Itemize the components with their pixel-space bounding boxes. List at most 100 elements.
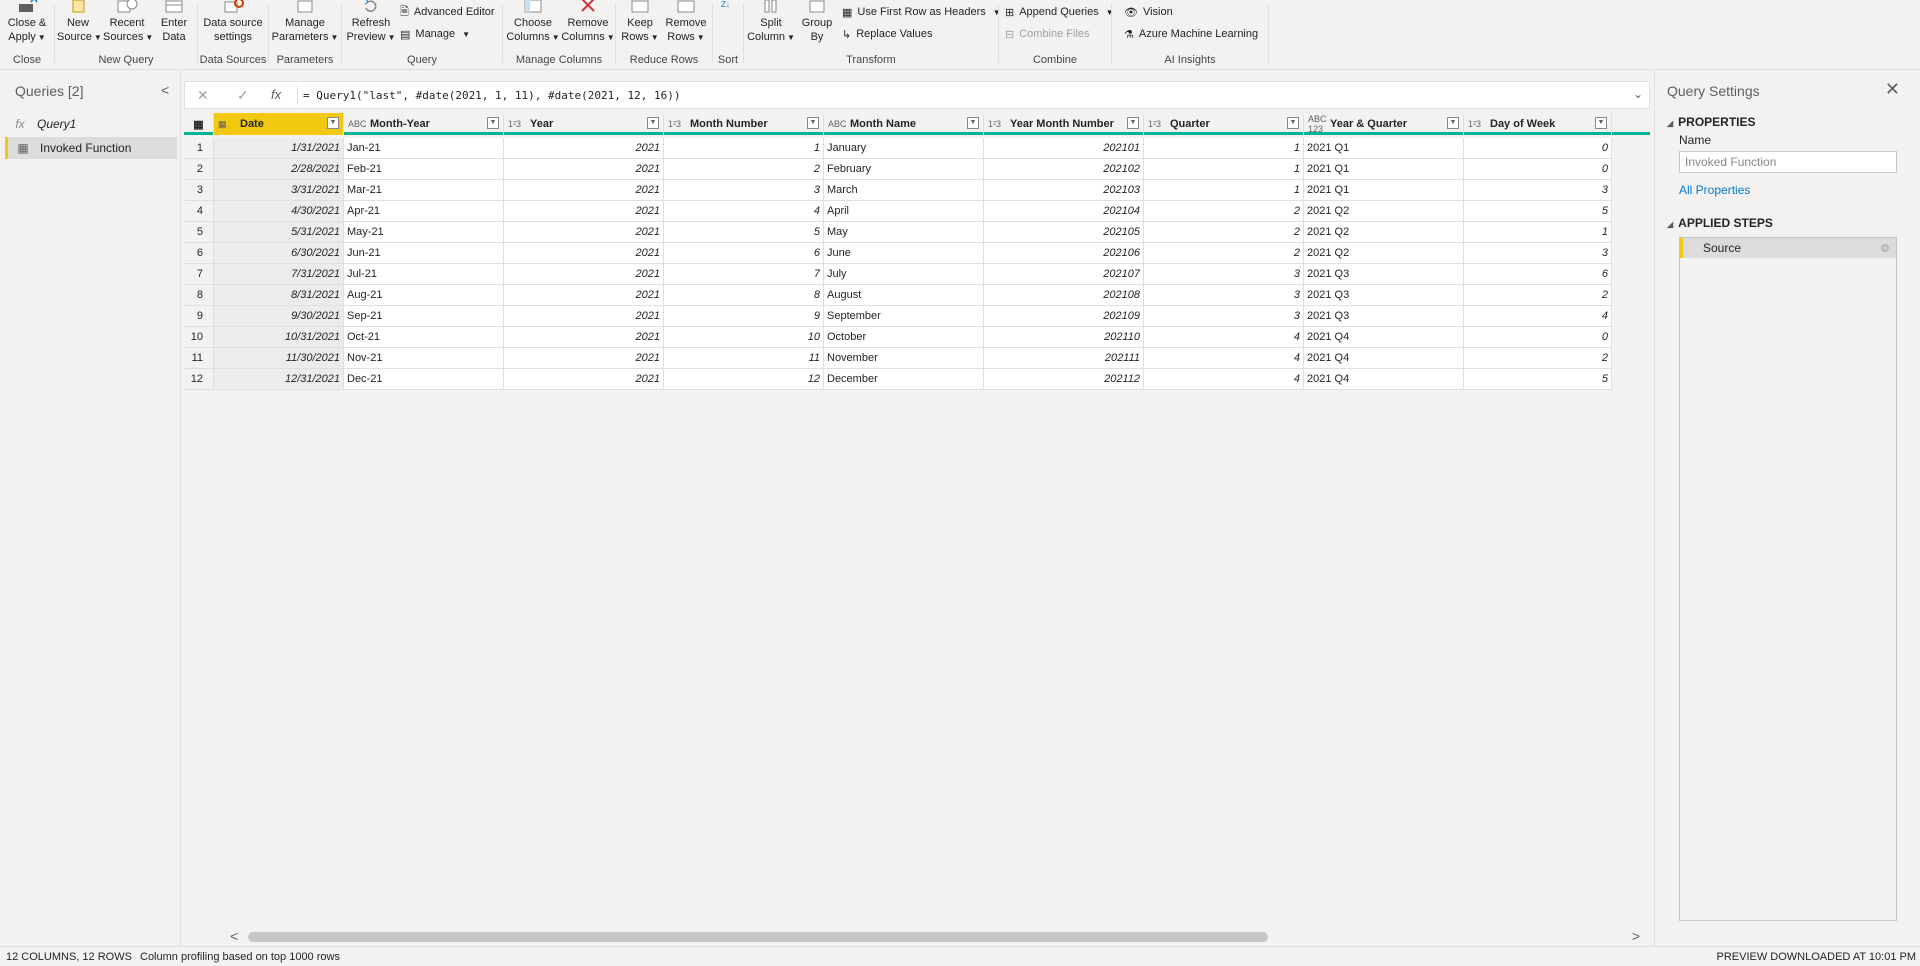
table-cell[interactable]: 9/30/2021 xyxy=(214,306,344,327)
table-cell[interactable]: December xyxy=(824,369,984,390)
table-cell[interactable]: 4 xyxy=(1144,327,1304,348)
row-number[interactable]: 12 xyxy=(184,369,214,390)
table-cell[interactable]: Apr-21 xyxy=(344,201,504,222)
vision-button[interactable]: 👁 Vision xyxy=(1124,4,1173,20)
table-cell[interactable]: 2021 xyxy=(504,327,664,348)
table-cell[interactable]: 2021 Q3 xyxy=(1304,285,1464,306)
row-number[interactable]: 6 xyxy=(184,243,214,264)
table-cell[interactable]: 2021 xyxy=(504,243,664,264)
table-cell[interactable]: 2021 xyxy=(504,285,664,306)
data-source-settings-button[interactable]: Data source settings xyxy=(200,0,266,44)
column-header[interactable]: ABC Month-Year ▼ xyxy=(344,113,504,135)
column-type-icon[interactable]: 1²3 xyxy=(1148,119,1170,129)
table-cell[interactable]: 0 xyxy=(1464,327,1612,348)
table-cell[interactable]: November xyxy=(824,348,984,369)
table-cell[interactable]: 2 xyxy=(1464,348,1612,369)
table-cell[interactable]: 2021 Q4 xyxy=(1304,369,1464,390)
replace-values-button[interactable]: ↳ Replace Values xyxy=(842,26,932,42)
table-cell[interactable]: 10 xyxy=(664,327,824,348)
table-cell[interactable]: 5 xyxy=(1464,369,1612,390)
properties-section[interactable]: ◢ PROPERTIES xyxy=(1667,115,1756,129)
table-cell[interactable]: 3 xyxy=(664,180,824,201)
remove-rows-button[interactable]: Remove Rows ▼ xyxy=(664,0,708,45)
enter-data-button[interactable]: Enter Data xyxy=(155,0,193,44)
new-source-button[interactable]: New Source ▼ xyxy=(57,0,102,45)
combine-files-button[interactable]: ⊟ Combine Files xyxy=(1005,26,1090,42)
scrollbar-thumb[interactable] xyxy=(248,932,1268,942)
table-cell[interactable]: 2021 Q1 xyxy=(1304,180,1464,201)
table-cell[interactable]: May-21 xyxy=(344,222,504,243)
table-cell[interactable]: 6/30/2021 xyxy=(214,243,344,264)
table-cell[interactable]: 2021 Q4 xyxy=(1304,348,1464,369)
scroll-right-icon[interactable]: > xyxy=(1632,928,1640,944)
filter-dropdown-icon[interactable]: ▼ xyxy=(1127,117,1139,129)
filter-dropdown-icon[interactable]: ▼ xyxy=(487,117,499,129)
column-type-icon[interactable]: 1²3 xyxy=(988,119,1010,129)
table-cell[interactable]: 2021 Q2 xyxy=(1304,201,1464,222)
row-number[interactable]: 1 xyxy=(184,138,214,159)
split-column-button[interactable]: Split Column ▼ xyxy=(746,0,796,45)
table-cell[interactable]: 4/30/2021 xyxy=(214,201,344,222)
column-type-icon[interactable]: 1²3 xyxy=(508,119,530,129)
table-cell[interactable]: 2021 xyxy=(504,369,664,390)
table-cell[interactable]: July xyxy=(824,264,984,285)
row-number[interactable]: 7 xyxy=(184,264,214,285)
table-cell[interactable]: 1 xyxy=(1144,138,1304,159)
table-cell[interactable]: 2 xyxy=(1144,243,1304,264)
row-number[interactable]: 2 xyxy=(184,159,214,180)
table-cell[interactable]: 7/31/2021 xyxy=(214,264,344,285)
fx-icon[interactable]: fx xyxy=(271,87,281,102)
table-cell[interactable]: 3 xyxy=(1464,180,1612,201)
table-cell[interactable]: 8/31/2021 xyxy=(214,285,344,306)
table-cell[interactable]: 202101 xyxy=(984,138,1144,159)
table-cell[interactable]: June xyxy=(824,243,984,264)
table-cell[interactable]: September xyxy=(824,306,984,327)
all-properties-link[interactable]: All Properties xyxy=(1679,183,1750,197)
table-cell[interactable]: Oct-21 xyxy=(344,327,504,348)
column-type-icon[interactable]: 1²3 xyxy=(668,119,690,129)
table-cell[interactable]: 2 xyxy=(1464,285,1612,306)
table-cell[interactable]: 1 xyxy=(664,138,824,159)
azure-ml-button[interactable]: ⚗ Azure Machine Learning xyxy=(1124,26,1258,42)
table-cell[interactable]: 10/31/2021 xyxy=(214,327,344,348)
table-cell[interactable]: 202102 xyxy=(984,159,1144,180)
table-cell[interactable]: Aug-21 xyxy=(344,285,504,306)
table-cell[interactable]: 0 xyxy=(1464,138,1612,159)
table-cell[interactable]: 2021 Q3 xyxy=(1304,306,1464,327)
manage-button[interactable]: ▤ Manage ▼ xyxy=(400,26,470,42)
append-queries-button[interactable]: ⊞ Append Queries ▼ xyxy=(1005,4,1114,20)
filter-dropdown-icon[interactable]: ▼ xyxy=(647,117,659,129)
table-cell[interactable]: 2021 xyxy=(504,138,664,159)
table-cell[interactable]: 2021 xyxy=(504,264,664,285)
use-first-row-headers-button[interactable]: ▦ Use First Row as Headers ▼ xyxy=(842,4,1001,20)
table-cell[interactable]: February xyxy=(824,159,984,180)
table-cell[interactable]: 2 xyxy=(664,159,824,180)
table-cell[interactable]: 1 xyxy=(1144,180,1304,201)
row-number[interactable]: 10 xyxy=(184,327,214,348)
table-cell[interactable]: 2021 xyxy=(504,201,664,222)
column-header[interactable]: 1²3 Year ▼ xyxy=(504,113,664,135)
column-type-icon[interactable]: ABC 123 xyxy=(1308,114,1330,134)
table-cell[interactable]: 12/31/2021 xyxy=(214,369,344,390)
table-cell[interactable]: Jun-21 xyxy=(344,243,504,264)
column-header[interactable]: 1²3 Quarter ▼ xyxy=(1144,113,1304,135)
table-cell[interactable]: Jan-21 xyxy=(344,138,504,159)
table-cell[interactable]: 202109 xyxy=(984,306,1144,327)
table-cell[interactable]: March xyxy=(824,180,984,201)
filter-dropdown-icon[interactable]: ▼ xyxy=(327,117,339,129)
cancel-icon[interactable]: ✕ xyxy=(197,87,209,104)
table-cell[interactable]: January xyxy=(824,138,984,159)
row-number[interactable]: 9 xyxy=(184,306,214,327)
table-cell[interactable]: April xyxy=(824,201,984,222)
query-item-query1[interactable]: fx Query1 xyxy=(5,113,177,135)
applied-steps-section[interactable]: ◢ APPLIED STEPS xyxy=(1667,216,1773,230)
table-menu-icon[interactable]: ▦ xyxy=(184,113,214,135)
table-cell[interactable]: 1 xyxy=(1464,222,1612,243)
table-cell[interactable]: 1/31/2021 xyxy=(214,138,344,159)
table-cell[interactable]: 8 xyxy=(664,285,824,306)
table-cell[interactable]: 2021 xyxy=(504,222,664,243)
table-cell[interactable]: Feb-21 xyxy=(344,159,504,180)
table-cell[interactable]: Dec-21 xyxy=(344,369,504,390)
table-cell[interactable]: 202107 xyxy=(984,264,1144,285)
table-cell[interactable]: 3/31/2021 xyxy=(214,180,344,201)
